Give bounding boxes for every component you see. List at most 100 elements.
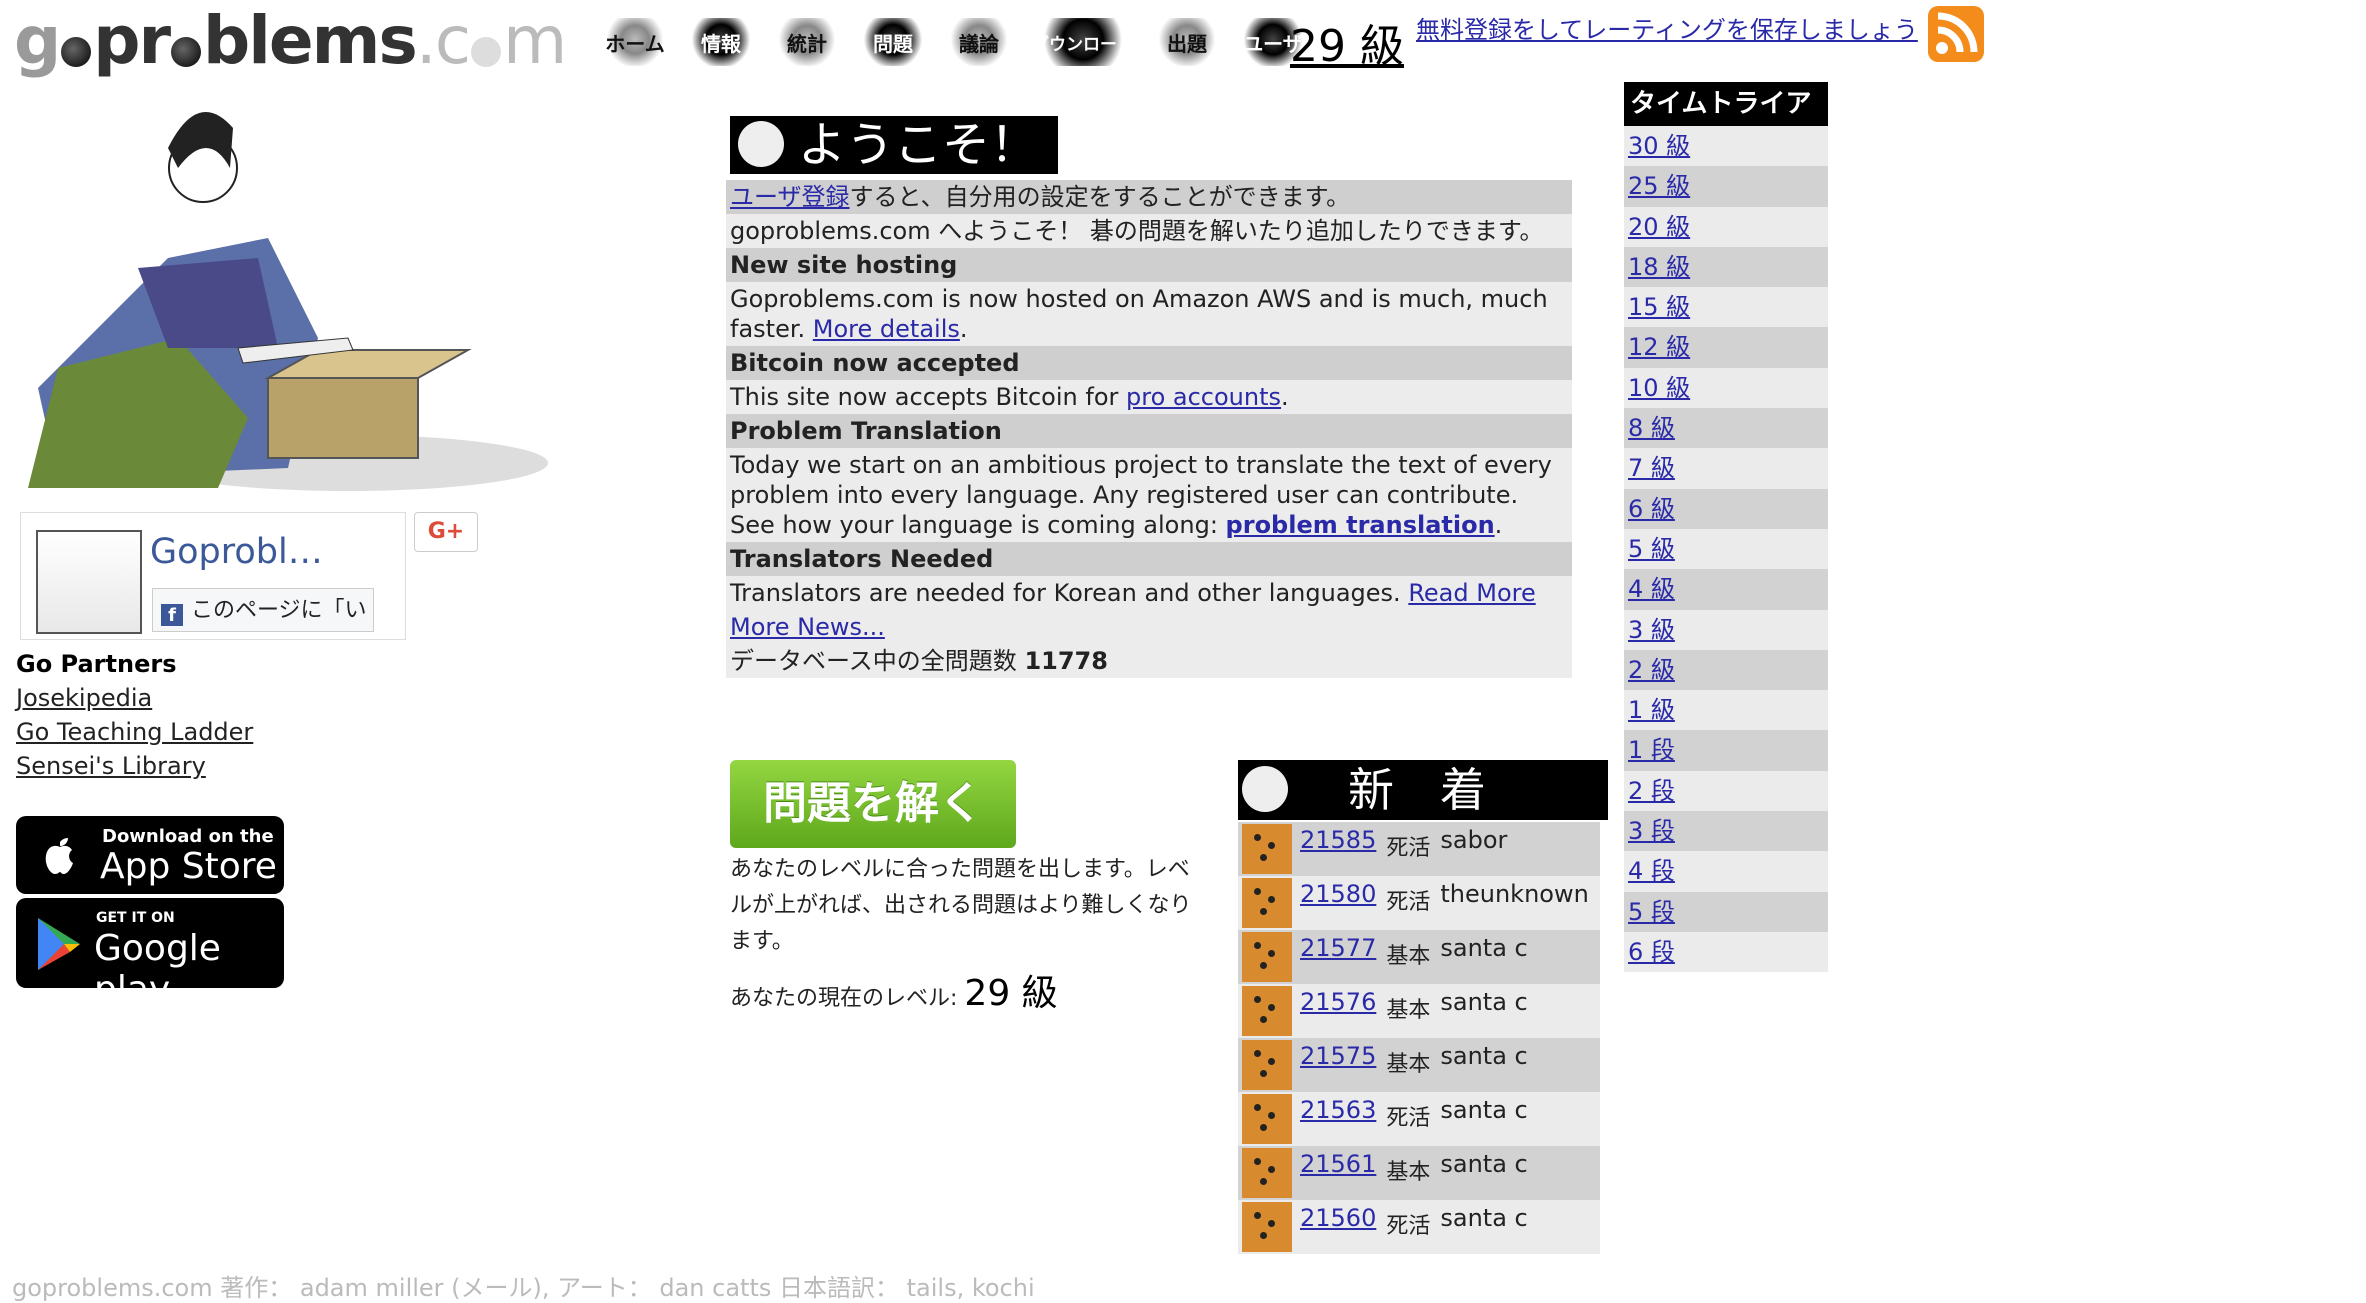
- problem-thumbnail[interactable]: [1242, 878, 1292, 928]
- db-count-label: データベース中の全問題数: [730, 647, 1017, 675]
- time-trial-row: 4 段: [1624, 851, 1828, 892]
- problem-id-link[interactable]: 21585: [1300, 826, 1376, 854]
- new-problem-row: 21575 基本 santa c: [1238, 1038, 1600, 1092]
- facebook-page-title[interactable]: Goprobl…: [150, 532, 323, 572]
- problem-thumbnail[interactable]: [1242, 986, 1292, 1036]
- problem-thumbnail[interactable]: [1242, 932, 1292, 982]
- problem-id-link[interactable]: 21575: [1300, 1042, 1376, 1070]
- new-problems-list: 21585 死活 sabor 21580 死活 theunknown 21577 基本 sant…: [1238, 822, 1600, 1254]
- problem-author: santa c: [1440, 934, 1528, 962]
- time-trial-level-link[interactable]: 5 級: [1628, 535, 1675, 563]
- level-value: 29 級: [964, 973, 1058, 1014]
- time-trial-level-link[interactable]: 6 段: [1628, 938, 1675, 966]
- problem-thumbnail[interactable]: [1242, 1148, 1292, 1198]
- app-store-badge[interactable]: Download on the App Store: [16, 816, 284, 894]
- nav-problems[interactable]: 問題: [854, 18, 932, 66]
- solve-description: あなたのレベルに合った問題を出します。レベルが上がれば、出される問題はより難しく…: [730, 857, 1192, 954]
- partner-link-senseis-library[interactable]: Sensei's Library: [16, 752, 206, 780]
- problem-thumbnail[interactable]: [1242, 1094, 1292, 1144]
- time-trial-level-link[interactable]: 18 級: [1628, 253, 1690, 281]
- problem-thumbnail[interactable]: [1242, 1202, 1292, 1252]
- time-trial-level-link[interactable]: 1 級: [1628, 696, 1675, 724]
- site-logo[interactable]: g pr blems.c m: [14, 6, 567, 76]
- time-trial-level-link[interactable]: 3 段: [1628, 817, 1675, 845]
- app-store-small-text: Download on the: [102, 826, 274, 847]
- time-trial-row: 5 級: [1624, 528, 1828, 570]
- read-more-link[interactable]: Read More: [1408, 579, 1535, 607]
- problem-author: santa c: [1440, 1042, 1528, 1070]
- register-row: ユーザ登録すると、自分用の設定をすることができます。: [726, 180, 1572, 214]
- time-trial-level-link[interactable]: 30 級: [1628, 132, 1690, 160]
- time-trial-level-link[interactable]: 7 級: [1628, 454, 1675, 482]
- problem-translation-link[interactable]: problem translation: [1226, 511, 1495, 539]
- problem-author: santa c: [1440, 988, 1528, 1016]
- facebook-like-button[interactable]: f このページに「い: [152, 588, 374, 632]
- news-body: Goproblems.com is now hosted on Amazon A…: [730, 285, 1548, 343]
- time-trial-level-link[interactable]: 1 段: [1628, 736, 1675, 764]
- time-trial-row: 7 級: [1624, 448, 1828, 489]
- problem-id-link[interactable]: 21576: [1300, 988, 1376, 1016]
- problem-id-link[interactable]: 21561: [1300, 1150, 1376, 1178]
- time-trial-row: 10 級: [1624, 367, 1828, 409]
- nav-stats[interactable]: 統計: [768, 18, 846, 66]
- time-trial-level-link[interactable]: 12 級: [1628, 333, 1690, 361]
- time-trial-level-link[interactable]: 3 級: [1628, 616, 1675, 644]
- google-plus-button[interactable]: G+: [414, 512, 478, 552]
- nav-discussion[interactable]: 議論: [940, 18, 1018, 66]
- rss-icon[interactable]: [1928, 6, 1984, 62]
- time-trial-list: 30 級 25 級 20 級 18 級 15 級 12 級 10 級 8 級 7 級 6 級 5 級…: [1624, 126, 1828, 973]
- rank-link[interactable]: 29 級: [1290, 10, 1404, 74]
- time-trial-row: 20 級: [1624, 206, 1828, 247]
- google-play-badge[interactable]: GET IT ON Google play: [16, 898, 284, 1010]
- news-heading: New site hosting: [726, 248, 1572, 282]
- apple-icon: [45, 838, 73, 874]
- time-trial-level-link[interactable]: 4 級: [1628, 575, 1675, 603]
- partners-heading: Go Partners: [16, 650, 177, 678]
- level-label: あなたの現在のレベル:: [730, 986, 958, 1011]
- problem-id-link[interactable]: 21577: [1300, 934, 1376, 962]
- time-trial-level-link[interactable]: 4 段: [1628, 857, 1675, 885]
- time-trial-level-link[interactable]: 2 級: [1628, 656, 1675, 684]
- time-trial-level-link[interactable]: 25 級: [1628, 172, 1690, 200]
- problem-author: santa c: [1440, 1150, 1528, 1178]
- solve-problems-button[interactable]: 問題を解く: [730, 760, 1016, 848]
- more-details-link[interactable]: More details: [813, 315, 960, 343]
- time-trial-row: 1 段: [1624, 730, 1828, 771]
- time-trial-level-link[interactable]: 20 級: [1628, 213, 1690, 241]
- time-trial-level-link[interactable]: 6 級: [1628, 495, 1675, 523]
- problem-id-link[interactable]: 21560: [1300, 1204, 1376, 1232]
- register-link[interactable]: ユーザ登録: [730, 183, 850, 211]
- problem-type: 死活: [1386, 1106, 1431, 1131]
- problem-type: 死活: [1386, 890, 1431, 915]
- time-trial-level-link[interactable]: 10 級: [1628, 374, 1690, 402]
- facebook-page-thumbnail[interactable]: [36, 530, 142, 634]
- nav-download[interactable]: ダウンロード: [1026, 18, 1140, 66]
- signup-link[interactable]: 無料登録をしてレーティングを保存しましょう: [1416, 10, 1918, 45]
- main-nav: ホーム 情報 統計 問題 議論 ダウンロード 出題 ユーザ: [596, 14, 1312, 70]
- time-trial-level-link[interactable]: 2 段: [1628, 777, 1675, 805]
- problem-id-link[interactable]: 21580: [1300, 880, 1376, 908]
- nav-submit[interactable]: 出題: [1148, 18, 1226, 66]
- time-trial-level-link[interactable]: 5 段: [1628, 898, 1675, 926]
- new-problem-row: 21580 死活 theunknown: [1238, 876, 1600, 930]
- problem-thumbnail[interactable]: [1242, 1040, 1292, 1090]
- current-level: あなたの現在のレベル: 29 級: [730, 964, 1058, 1016]
- problem-thumbnail[interactable]: [1242, 824, 1292, 874]
- time-trial-row: 12 級: [1624, 327, 1828, 368]
- new-problem-row: 21576 基本 santa c: [1238, 984, 1600, 1038]
- google-play-small-text: GET IT ON: [96, 910, 175, 926]
- nav-info[interactable]: 情報: [682, 18, 760, 66]
- problem-id-link[interactable]: 21563: [1300, 1096, 1376, 1124]
- more-news-link[interactable]: More News...: [730, 613, 885, 641]
- problem-type: 基本: [1386, 1052, 1431, 1077]
- partner-link-teaching-ladder[interactable]: Go Teaching Ladder: [16, 718, 253, 746]
- pro-accounts-link[interactable]: pro accounts: [1126, 383, 1281, 411]
- partner-link-josekipedia[interactable]: Josekipedia: [16, 684, 152, 712]
- nav-home[interactable]: ホーム: [596, 18, 674, 66]
- new-problems-title: 新 着: [1348, 763, 1486, 817]
- time-trial-row: 30 級: [1624, 126, 1828, 167]
- time-trial-heading: タイムトライアル: [1624, 82, 1828, 163]
- new-problems-heading: 新 着: [1238, 760, 1608, 820]
- time-trial-level-link[interactable]: 8 級: [1628, 414, 1675, 442]
- time-trial-level-link[interactable]: 15 級: [1628, 293, 1690, 321]
